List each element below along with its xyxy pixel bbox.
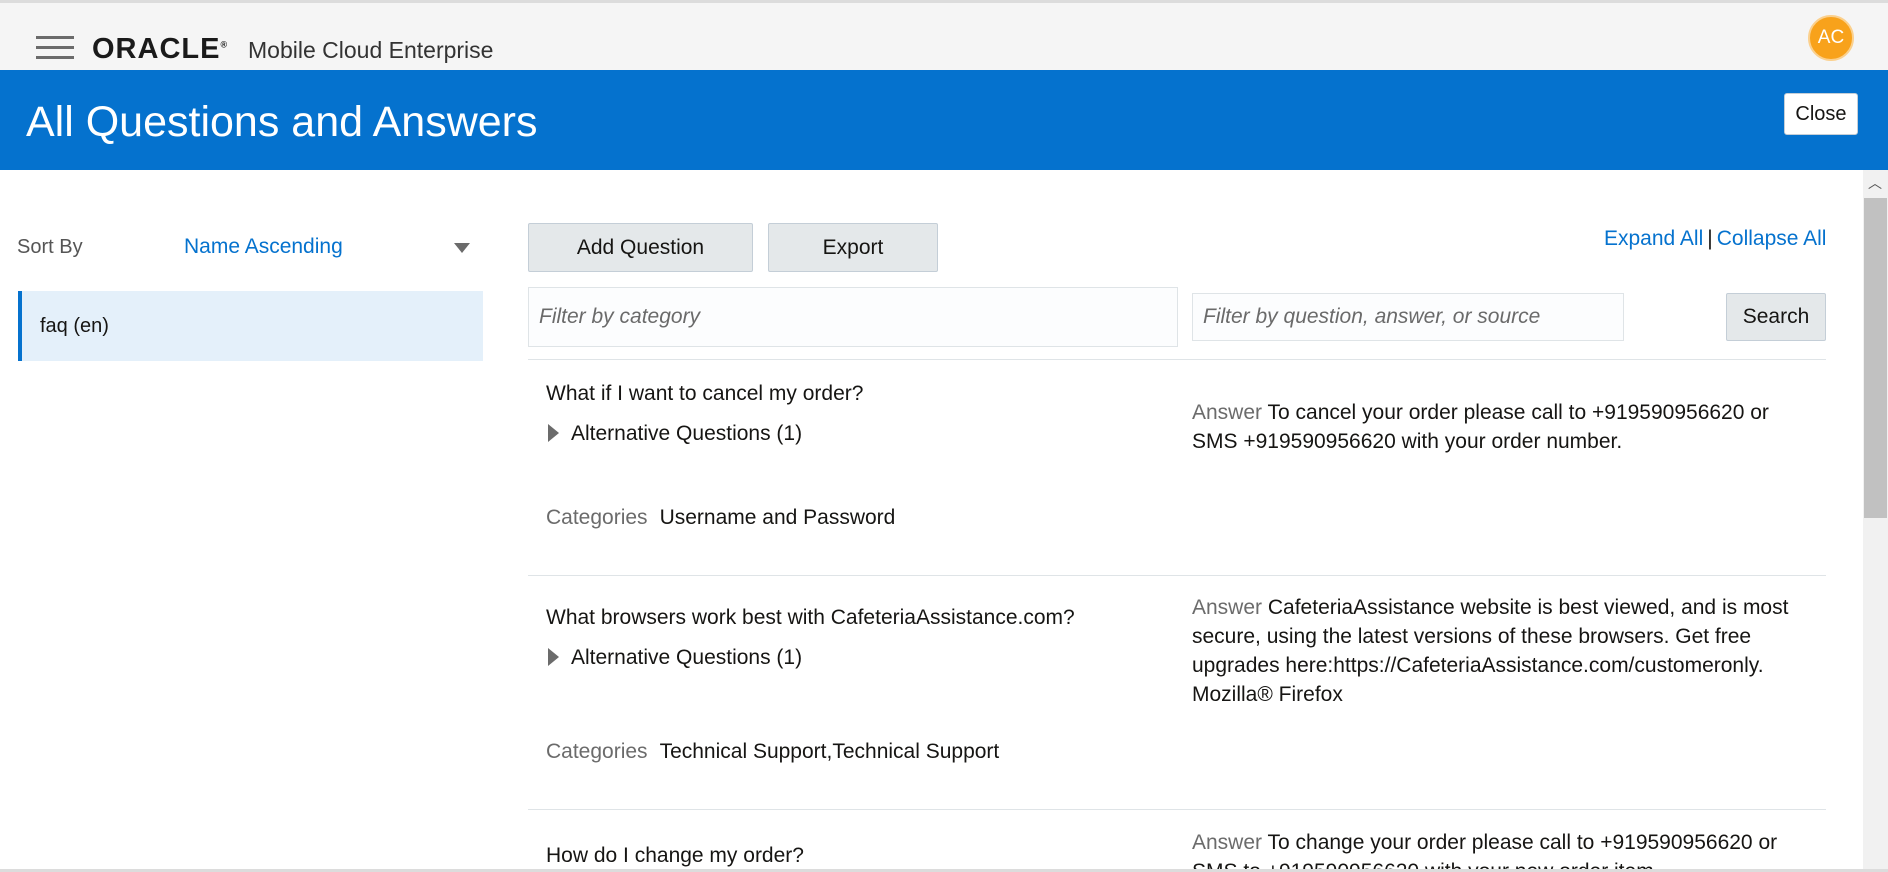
answer-label: Answer (1192, 401, 1263, 424)
alternative-questions-label: Alternative Questions (1) (571, 422, 803, 445)
add-question-button[interactable]: Add Question (528, 223, 753, 272)
list-divider (528, 359, 1826, 360)
link-separator: | (1707, 227, 1713, 250)
chevron-down-icon (454, 243, 470, 253)
search-button[interactable]: Search (1726, 293, 1826, 341)
question-text: What if I want to cancel my order? (546, 382, 864, 405)
expand-collapse-links: Expand All | Collapse All (1604, 227, 1826, 251)
scroll-up-arrow-icon[interactable]: ︿ (1868, 176, 1882, 190)
answer-block: Answer CafeteriaAssistance website is be… (1192, 593, 1792, 709)
expand-triangle-icon (548, 648, 559, 666)
answer-text: To change your order please call to +919… (1192, 831, 1778, 869)
categories-value: Username and Password (659, 506, 896, 529)
question-text: What browsers work best with CafeteriaAs… (546, 606, 1075, 629)
categories-label: Categories (546, 506, 648, 529)
page-banner: All Questions and Answers Close (0, 70, 1888, 170)
hamburger-menu-icon[interactable] (36, 36, 74, 60)
scrollbar-thumb[interactable] (1864, 198, 1887, 518)
oracle-logo: ORACLE® (92, 33, 229, 65)
close-button[interactable]: Close (1784, 93, 1858, 135)
expand-triangle-icon (548, 424, 559, 442)
query-filter-input[interactable] (1192, 293, 1624, 341)
sidebar-item-faq[interactable]: faq (en) (18, 291, 483, 361)
answer-text: To cancel your order please call to +919… (1192, 401, 1769, 453)
alternative-questions-label: Alternative Questions (1) (571, 646, 803, 669)
collapse-all-link[interactable]: Collapse All (1717, 227, 1827, 250)
category-filter-input[interactable] (528, 287, 1178, 347)
expand-all-link[interactable]: Expand All (1604, 227, 1703, 250)
categories-row: Categories Username and Password (546, 506, 895, 530)
answer-text: CafeteriaAssistance website is best view… (1192, 596, 1789, 706)
question-text: How do I change my order? (546, 844, 804, 867)
sidebar-item-label: faq (en) (40, 315, 109, 337)
list-divider (528, 575, 1826, 576)
answer-block: Answer To change your order please call … (1192, 828, 1792, 869)
vertical-scrollbar[interactable]: ︿ (1863, 170, 1888, 872)
qa-item-clip: How do I change my order? Answer To chan… (0, 810, 1860, 869)
top-bar: ORACLE® Mobile Cloud Enterprise AC (0, 0, 1888, 70)
app-name: Mobile Cloud Enterprise (248, 37, 494, 63)
sort-by-label: Sort By (17, 236, 83, 258)
answer-block: Answer To cancel your order please call … (1192, 398, 1792, 456)
sort-select-value: Name Ascending (184, 235, 343, 258)
sort-select[interactable]: Name Ascending (184, 233, 474, 263)
answer-label: Answer (1192, 831, 1263, 854)
categories-value: Technical Support,Technical Support (659, 740, 1000, 763)
alternative-questions-toggle[interactable]: Alternative Questions (1) (548, 646, 802, 670)
categories-row: Categories Technical Support,Technical Su… (546, 740, 999, 764)
export-button[interactable]: Export (768, 223, 938, 272)
answer-label: Answer (1192, 596, 1263, 619)
categories-label: Categories (546, 740, 648, 763)
page-title: All Questions and Answers (26, 98, 538, 146)
alternative-questions-toggle[interactable]: Alternative Questions (1) (548, 422, 802, 446)
user-avatar[interactable]: AC (1808, 15, 1854, 61)
